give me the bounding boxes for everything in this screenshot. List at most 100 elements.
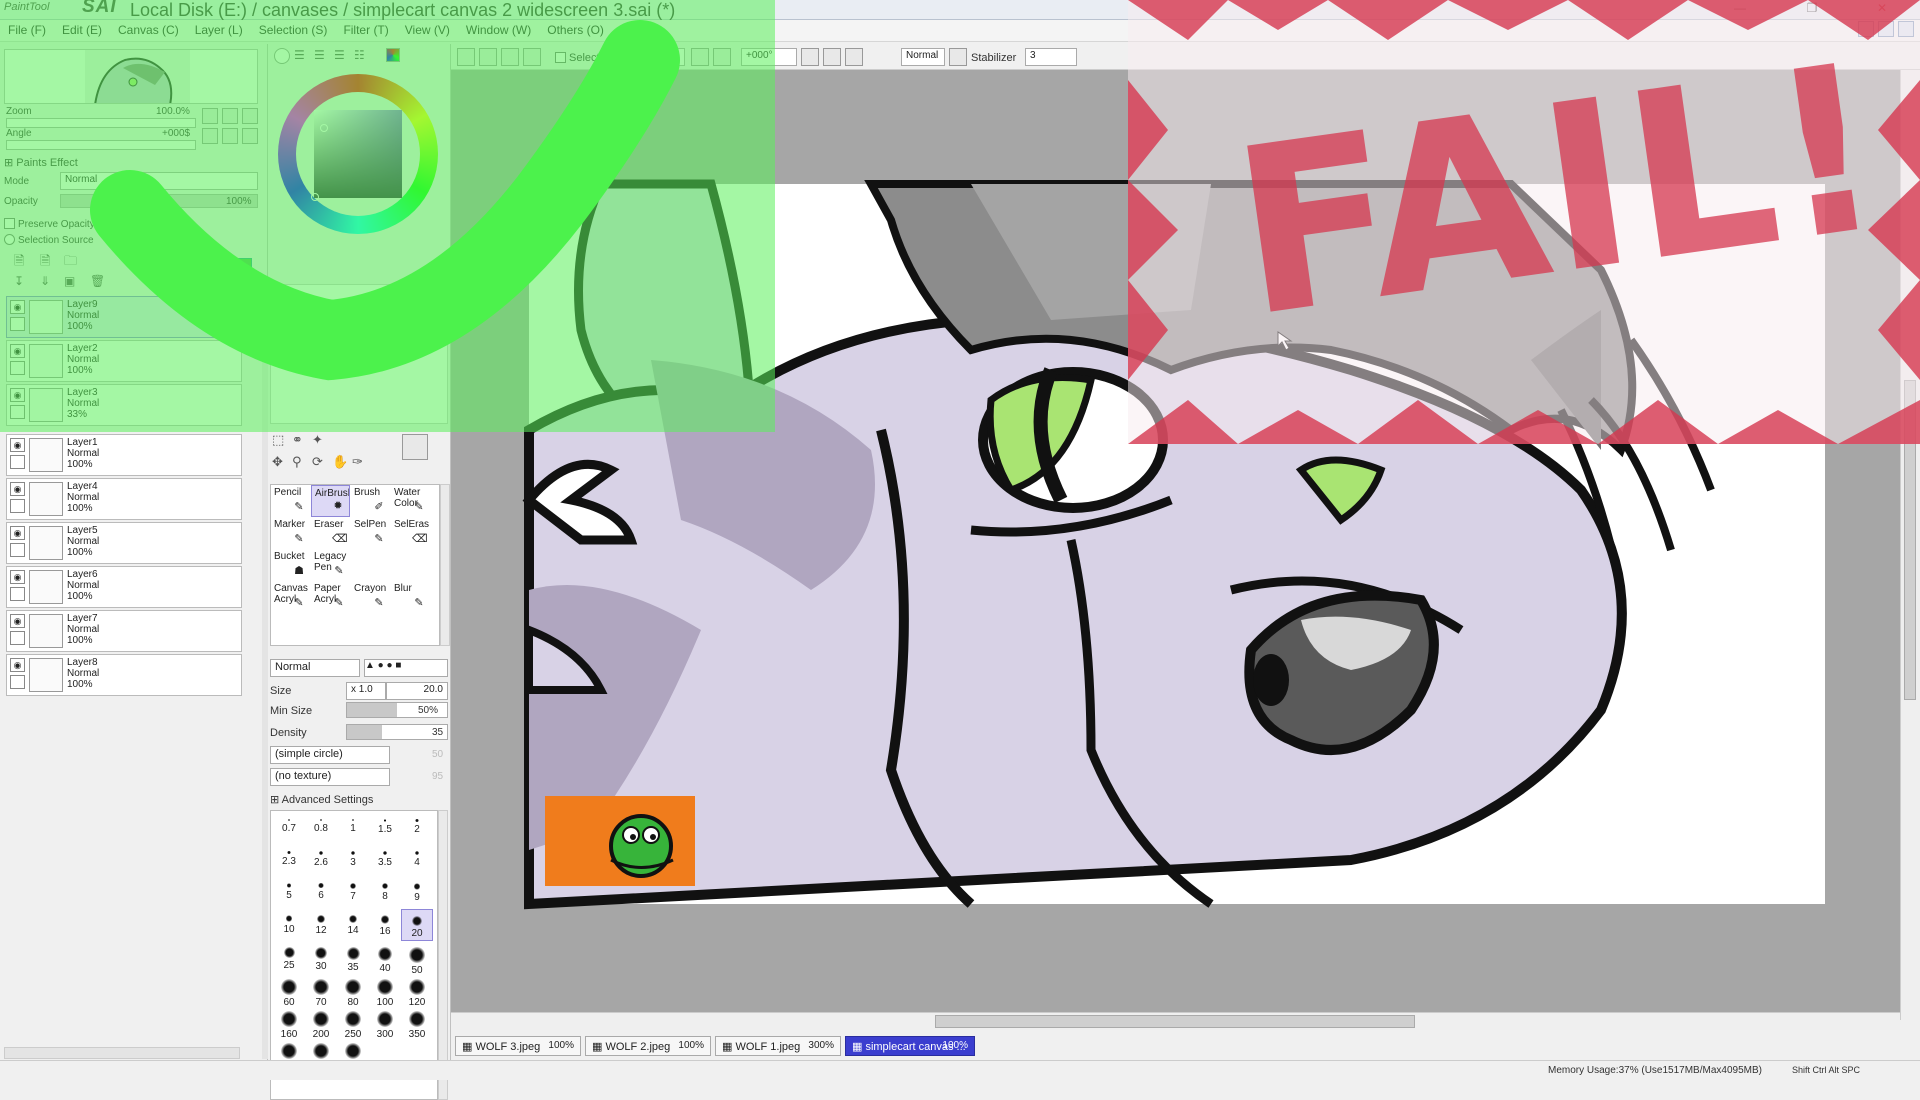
brush-size-preset[interactable]: 2.3 xyxy=(273,845,305,877)
hand-tool-icon[interactable]: ✋ xyxy=(332,454,348,470)
move-icon[interactable]: ✥ xyxy=(272,454,283,470)
clear-layer-icon[interactable]: ▣ xyxy=(64,274,75,288)
document-tab[interactable]: ▦ simplecart canvas ... 100% xyxy=(845,1036,975,1056)
invert-selection-icon[interactable] xyxy=(523,48,541,66)
new-layer-icon[interactable]: 🗎 xyxy=(14,252,24,274)
scratchpad[interactable] xyxy=(270,284,448,424)
tool-legacy-pen[interactable]: Legacy Pen ✎ xyxy=(311,549,350,581)
size-input[interactable]: 20.0 xyxy=(386,682,448,700)
layer-lock-icon[interactable] xyxy=(10,587,25,601)
canvas-area[interactable] xyxy=(451,70,1900,1020)
restore-icon[interactable]: ❐ xyxy=(1800,1,1824,17)
rotate-tool-icon[interactable]: ⟳ xyxy=(312,454,323,470)
tool-selpen[interactable]: SelPen ✎ xyxy=(351,517,390,549)
close-icon[interactable]: ✕ xyxy=(1870,1,1894,17)
brush-size-preset[interactable]: 200 xyxy=(305,1005,337,1040)
zoom-out-toolbar-icon[interactable] xyxy=(691,48,709,66)
color-picker-icon[interactable] xyxy=(386,48,400,62)
visibility-eye-icon[interactable]: ◉ xyxy=(10,438,25,452)
visibility-eye-icon[interactable]: ◉ xyxy=(10,388,25,402)
visibility-eye-icon[interactable]: ◉ xyxy=(10,614,25,628)
brush-size-preset[interactable]: 30 xyxy=(305,941,337,973)
tool-eraser[interactable]: Eraser ⌫ xyxy=(311,517,350,549)
menu-canvas[interactable]: Canvas (C) xyxy=(110,20,187,37)
rotate-right-button[interactable] xyxy=(222,128,238,144)
new-folder-icon[interactable]: 🗀 xyxy=(64,252,77,274)
stabilizer-select[interactable]: 3 xyxy=(1025,48,1077,66)
rotate-reset-button[interactable] xyxy=(242,128,258,144)
layer-row[interactable]: ◉ Layer6 Normal 100% xyxy=(6,566,242,608)
layer-row[interactable]: ◉ Layer2 Normal 100% xyxy=(6,340,242,382)
layer-row[interactable]: ◉ Layer3 Normal 33% xyxy=(6,384,242,426)
layer-lock-icon[interactable] xyxy=(10,405,25,419)
selection-source-checkbox[interactable]: Selection Source xyxy=(4,234,94,246)
rotate-left-button[interactable] xyxy=(202,128,218,144)
layer-row[interactable]: ◉ Layer9 Normal 100% xyxy=(6,296,242,338)
brush-size-preset[interactable]: 7 xyxy=(337,877,369,909)
swatch-tab-icon[interactable]: ☰ xyxy=(334,48,345,62)
brush-size-preset[interactable]: 4 xyxy=(401,845,433,877)
color-saturation-square[interactable] xyxy=(314,110,402,198)
zoom-tool-icon[interactable]: ⚲ xyxy=(292,454,302,470)
tool-brush[interactable]: Brush ✐ xyxy=(351,485,390,517)
layer-row[interactable]: ◉ Layer5 Normal 100% xyxy=(6,522,242,564)
rect-select-icon[interactable]: ⬚ xyxy=(272,432,284,448)
advanced-settings-toggle[interactable]: ⊞ Advanced Settings xyxy=(270,793,373,806)
brush-size-preset[interactable]: 80 xyxy=(337,973,369,1008)
brush-size-preset[interactable]: 120 xyxy=(401,973,433,1008)
brush-shape-select[interactable]: (simple circle) xyxy=(270,746,390,764)
zoom-in-button[interactable] xyxy=(222,108,238,124)
flip-toolbar-icon[interactable] xyxy=(949,48,967,66)
color-wheel[interactable] xyxy=(278,74,438,234)
undo-icon[interactable] xyxy=(457,48,475,66)
brush-texture-select[interactable]: (no texture) xyxy=(270,768,390,786)
canvas-vscrollbar[interactable] xyxy=(1900,70,1920,1020)
layer-row[interactable]: ◉ Layer1 Normal 100% xyxy=(6,434,242,476)
brush-size-preset[interactable]: 5 xyxy=(273,877,305,909)
brush-size-preset[interactable]: 0.8 xyxy=(305,813,337,845)
blend-mode-select[interactable]: Normal xyxy=(60,172,258,190)
brush-size-preset[interactable]: 1.5 xyxy=(369,813,401,845)
selection-toggle[interactable]: Selection xyxy=(555,52,614,64)
tool-marker[interactable]: Marker ✎ xyxy=(271,517,310,549)
visibility-eye-icon[interactable]: ◉ xyxy=(10,344,25,358)
brush-size-preset[interactable]: 10 xyxy=(273,909,305,941)
menu-filter[interactable]: Filter (T) xyxy=(335,20,396,37)
menu-others[interactable]: Others (O) xyxy=(539,20,612,37)
tool-pencil[interactable]: Pencil ✎ xyxy=(271,485,310,517)
brush-shape-buttons[interactable]: ▲ ● ● ■ xyxy=(364,659,448,677)
layer-lock-icon[interactable] xyxy=(10,631,25,645)
zoom-reset-button[interactable] xyxy=(242,108,258,124)
hue-cursor[interactable] xyxy=(311,193,319,201)
brush-size-preset[interactable]: 100 xyxy=(369,973,401,1008)
merge-down-icon[interactable]: ⇓ xyxy=(40,274,50,288)
tool-bucket[interactable]: Bucket ☗ xyxy=(271,549,310,581)
menu-window[interactable]: Window (W) xyxy=(458,20,539,37)
hsv-slider-tab-icon[interactable]: ☰ xyxy=(314,48,325,62)
layer-lock-icon[interactable] xyxy=(10,499,25,513)
zoom-slider[interactable] xyxy=(6,118,196,128)
rotate-right-toolbar-icon[interactable] xyxy=(823,48,841,66)
mdi-restore-icon[interactable] xyxy=(1878,21,1894,37)
brush-size-preset[interactable]: 2.6 xyxy=(305,845,337,877)
tool-blur[interactable]: Blur ✎ xyxy=(391,581,430,613)
layer-row[interactable]: ◉ Layer7 Normal 100% xyxy=(6,610,242,652)
brush-size-preset[interactable]: 35 xyxy=(337,941,369,973)
brush-size-preset[interactable]: 300 xyxy=(369,1005,401,1040)
color-cursor[interactable] xyxy=(320,124,328,132)
canvas-hscrollbar[interactable] xyxy=(451,1012,1900,1030)
document-tab[interactable]: ▦ WOLF 3.jpeg 100% xyxy=(455,1036,581,1056)
brush-size-preset[interactable]: 40 xyxy=(369,941,401,974)
new-linework-layer-icon[interactable]: 🗎 xyxy=(40,252,50,274)
brush-size-preset[interactable]: 0.7 xyxy=(273,813,305,845)
magic-wand-icon[interactable]: ✦ xyxy=(312,432,323,448)
scratchpad-tab-icon[interactable]: ☷ xyxy=(354,48,365,62)
layer-lock-icon[interactable] xyxy=(10,317,25,331)
paints-effect-header[interactable]: ⊞ Paints Effect xyxy=(4,156,78,169)
deselect-icon[interactable] xyxy=(501,48,519,66)
eyedropper-icon[interactable]: ✑ xyxy=(352,454,363,470)
zoom-select[interactable]: 100% xyxy=(623,48,685,66)
brush-mode-select[interactable]: Normal xyxy=(270,659,360,677)
document-tab[interactable]: ▦ WOLF 2.jpeg 100% xyxy=(585,1036,711,1056)
mdi-close-icon[interactable] xyxy=(1898,21,1914,37)
